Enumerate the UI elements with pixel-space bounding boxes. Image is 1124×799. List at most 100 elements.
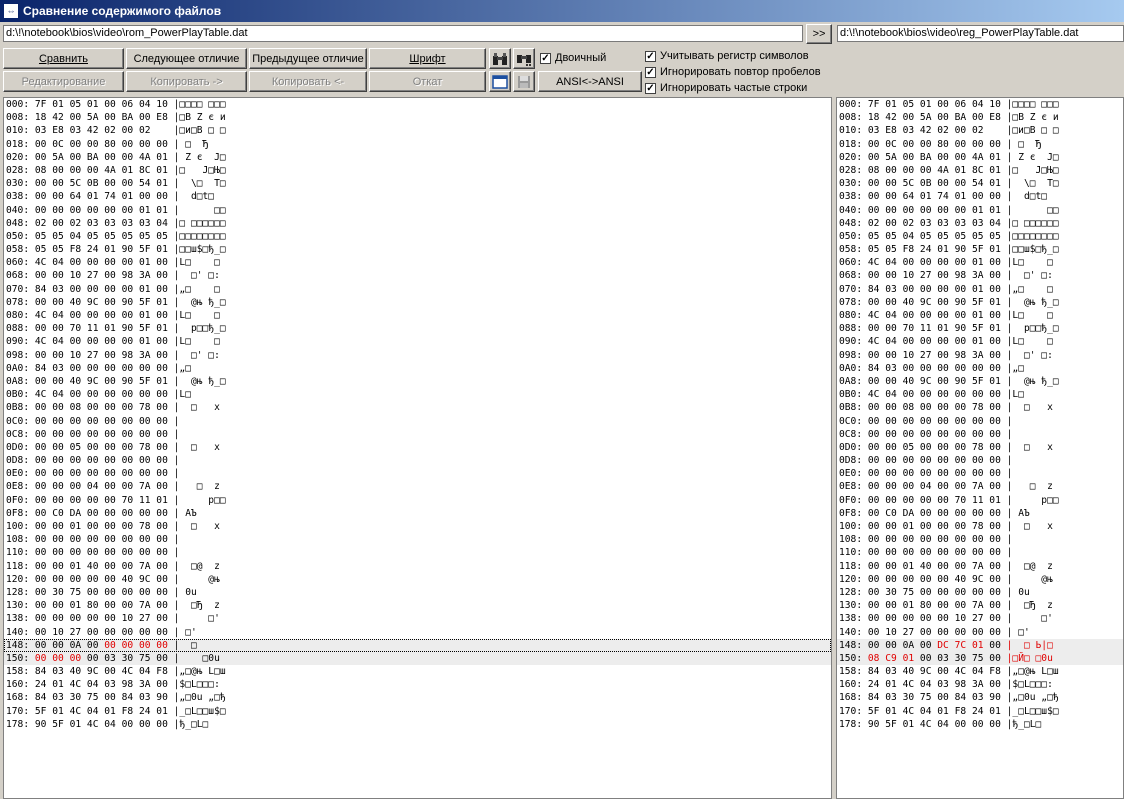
hex-row[interactable]: 118: 00 00 01 40 00 00 7A 00 | □@ z — [4, 560, 831, 573]
hex-row[interactable]: 050: 05 05 04 05 05 05 05 05 |□□□□□□□□ — [837, 230, 1123, 243]
hex-row[interactable]: 0A8: 00 00 40 9C 00 90 5F 01 | @њ ђ_□ — [837, 375, 1123, 388]
hex-row[interactable]: 000: 7F 01 05 01 00 06 04 10 |□□□□ □□□ — [837, 98, 1123, 111]
hex-row[interactable]: 0B8: 00 00 08 00 00 00 78 00 | □ x — [837, 401, 1123, 414]
ansi-button[interactable]: ANSI<->ANSI — [538, 71, 642, 92]
hex-row[interactable]: 178: 90 5F 01 4C 04 00 00 00 |ђ_□L□ — [4, 718, 831, 731]
hex-row[interactable]: 0B8: 00 00 08 00 00 00 78 00 | □ x — [4, 401, 831, 414]
hex-row[interactable]: 0F0: 00 00 00 00 00 70 11 01 | p□□ — [837, 494, 1123, 507]
hex-row[interactable]: 020: 00 5A 00 BA 00 00 4A 01 | Z є J□ — [4, 151, 831, 164]
hex-row[interactable]: 140: 00 10 27 00 00 00 00 00 | □' — [837, 626, 1123, 639]
hex-row[interactable]: 060: 4C 04 00 00 00 00 01 00 |L□ □ — [4, 256, 831, 269]
find-button[interactable] — [489, 48, 511, 69]
hex-row[interactable]: 060: 4C 04 00 00 00 00 01 00 |L□ □ — [837, 256, 1123, 269]
hex-row[interactable]: 010: 03 E8 03 42 02 00 02 |□и□B □ □ — [837, 124, 1123, 137]
hex-row[interactable]: 018: 00 0C 00 00 80 00 00 00 | □ Ђ — [4, 138, 831, 151]
left-hex-panel[interactable]: 000: 7F 01 05 01 00 06 04 10 |□□□□ □□□ 00… — [3, 97, 832, 799]
hex-row[interactable]: 118: 00 00 01 40 00 00 7A 00 | □@ z — [837, 560, 1123, 573]
hex-row[interactable]: 158: 84 03 40 9C 00 4C 04 F8 |„□@њ L□ш — [837, 665, 1123, 678]
hex-row[interactable]: 058: 05 05 F8 24 01 90 5F 01 |□□ш$□ђ_□ — [837, 243, 1123, 256]
hex-row[interactable]: 048: 02 00 02 03 03 03 03 04 |□ □□□□□□ — [837, 217, 1123, 230]
hex-row[interactable]: 168: 84 03 30 75 00 84 03 90 |„□0u „□ђ — [837, 691, 1123, 704]
hex-row[interactable]: 120: 00 00 00 00 00 40 9C 00 | @њ — [837, 573, 1123, 586]
hex-row[interactable]: 070: 84 03 00 00 00 00 01 00 |„□ □ — [837, 283, 1123, 296]
hex-row[interactable]: 160: 24 01 4C 04 03 98 3A 00 |$□L□□□: — [837, 678, 1123, 691]
hex-row[interactable]: 0F0: 00 00 00 00 00 70 11 01 | p□□ — [4, 494, 831, 507]
hex-row[interactable]: 0E0: 00 00 00 00 00 00 00 00 | — [4, 467, 831, 480]
hex-row[interactable]: 148: 00 00 0A 00 00 00 00 00 | □ — [4, 638, 831, 652]
hex-row[interactable]: 138: 00 00 00 00 00 10 27 00 | □' — [4, 612, 831, 625]
hex-row[interactable]: 040: 00 00 00 00 00 00 01 01 | □□ — [4, 204, 831, 217]
hex-row[interactable]: 008: 18 42 00 5A 00 BA 00 E8 |□B Z є и — [837, 111, 1123, 124]
hex-row[interactable]: 140: 00 10 27 00 00 00 00 00 | □' — [4, 626, 831, 639]
hex-row[interactable]: 020: 00 5A 00 BA 00 00 4A 01 | Z є J□ — [837, 151, 1123, 164]
copy-left-button[interactable]: Копировать <- — [249, 71, 367, 92]
hex-row[interactable]: 0C8: 00 00 00 00 00 00 00 00 | — [837, 428, 1123, 441]
compare-button[interactable]: Сравнить — [3, 48, 124, 69]
next-diff-button[interactable]: Следующее отличие — [126, 48, 247, 69]
case-checkbox[interactable]: ✓ Учитывать регистр символов — [645, 50, 809, 62]
hex-row[interactable]: 0E0: 00 00 00 00 00 00 00 00 | — [837, 467, 1123, 480]
prev-diff-button[interactable]: Предыдущее отличие — [249, 48, 367, 69]
hex-row[interactable]: 030: 00 00 5C 0B 00 00 54 01 | \□ T□ — [837, 177, 1123, 190]
hex-row[interactable]: 170: 5F 01 4C 04 01 F8 24 01 |_□L□□ш$□ — [4, 705, 831, 718]
hex-row[interactable]: 088: 00 00 70 11 01 90 5F 01 | p□□ђ_□ — [837, 322, 1123, 335]
hex-row[interactable]: 170: 5F 01 4C 04 01 F8 24 01 |_□L□□ш$□ — [837, 705, 1123, 718]
hex-row[interactable]: 050: 05 05 04 05 05 05 05 05 |□□□□□□□□ — [4, 230, 831, 243]
swap-files-button[interactable]: >> — [806, 24, 832, 44]
copy-right-button[interactable]: Копировать -> — [126, 71, 247, 92]
hex-row[interactable]: 018: 00 0C 00 00 80 00 00 00 | □ Ђ — [837, 138, 1123, 151]
edit-button[interactable]: Редактирование — [3, 71, 124, 92]
save-button[interactable] — [513, 71, 535, 92]
hex-row[interactable]: 058: 05 05 F8 24 01 90 5F 01 |□□ш$□ђ_□ — [4, 243, 831, 256]
hex-row[interactable]: 038: 00 00 64 01 74 01 00 00 | d□t□ — [4, 190, 831, 203]
hex-row[interactable]: 090: 4C 04 00 00 00 00 01 00 |L□ □ — [4, 335, 831, 348]
hex-row[interactable]: 0C0: 00 00 00 00 00 00 00 00 | — [837, 415, 1123, 428]
hex-row[interactable]: 0A8: 00 00 40 9C 00 90 5F 01 | @њ ђ_□ — [4, 375, 831, 388]
hex-row[interactable]: 108: 00 00 00 00 00 00 00 00 | — [837, 533, 1123, 546]
hex-row[interactable]: 120: 00 00 00 00 00 40 9C 00 | @њ — [4, 573, 831, 586]
hex-row[interactable]: 0B0: 4C 04 00 00 00 00 00 00 |L□ — [4, 388, 831, 401]
find-next-button[interactable] — [513, 48, 535, 69]
hex-row[interactable]: 080: 4C 04 00 00 00 00 01 00 |L□ □ — [4, 309, 831, 322]
hex-row[interactable]: 000: 7F 01 05 01 00 06 04 10 |□□□□ □□□ — [4, 98, 831, 111]
hex-row[interactable]: 068: 00 00 10 27 00 98 3A 00 | □' □: — [4, 269, 831, 282]
hex-row[interactable]: 0F8: 00 C0 DA 00 00 00 00 00 | АЪ — [4, 507, 831, 520]
hex-row[interactable]: 078: 00 00 40 9C 00 90 5F 01 | @њ ђ_□ — [837, 296, 1123, 309]
hex-row[interactable]: 0E8: 00 00 00 04 00 00 7A 00 | □ z — [4, 480, 831, 493]
hex-row[interactable]: 028: 08 00 00 00 4A 01 8C 01 |□ J□Њ□ — [4, 164, 831, 177]
hex-row[interactable]: 160: 24 01 4C 04 03 98 3A 00 |$□L□□□: — [4, 678, 831, 691]
hex-row[interactable]: 150: 00 00 00 00 03 30 75 00 | □0u — [4, 651, 831, 666]
hex-row[interactable]: 0E8: 00 00 00 04 00 00 7A 00 | □ z — [837, 480, 1123, 493]
hex-row[interactable]: 028: 08 00 00 00 4A 01 8C 01 |□ J□Њ□ — [837, 164, 1123, 177]
hex-row[interactable]: 068: 00 00 10 27 00 98 3A 00 | □' □: — [837, 269, 1123, 282]
hex-row[interactable]: 0D0: 00 00 05 00 00 00 78 00 | □ x — [837, 441, 1123, 454]
hex-row[interactable]: 048: 02 00 02 03 03 03 03 04 |□ □□□□□□ — [4, 217, 831, 230]
hex-row[interactable]: 010: 03 E8 03 42 02 00 02 |□и□B □ □ — [4, 124, 831, 137]
hex-row[interactable]: 100: 00 00 01 00 00 00 78 00 | □ x — [837, 520, 1123, 533]
hex-row[interactable]: 040: 00 00 00 00 00 00 01 01 | □□ — [837, 204, 1123, 217]
hex-row[interactable]: 0A0: 84 03 00 00 00 00 00 00 |„□ — [837, 362, 1123, 375]
hex-row[interactable]: 130: 00 00 01 80 00 00 7A 00 | □Ђ z — [4, 599, 831, 612]
hex-row[interactable]: 098: 00 00 10 27 00 98 3A 00 | □' □: — [837, 349, 1123, 362]
right-hex-panel[interactable]: 000: 7F 01 05 01 00 06 04 10 |□□□□ □□□ 00… — [836, 97, 1124, 799]
hex-row[interactable]: 030: 00 00 5C 0B 00 00 54 01 | \□ T□ — [4, 177, 831, 190]
hex-row[interactable]: 148: 00 00 0A 00 DC 7C 01 00 | □ Ь|□ — [837, 638, 1123, 652]
hex-row[interactable]: 158: 84 03 40 9C 00 4C 04 F8 |„□@њ L□ш — [4, 665, 831, 678]
hex-row[interactable]: 098: 00 00 10 27 00 98 3A 00 | □' □: — [4, 349, 831, 362]
hex-row[interactable]: 0D8: 00 00 00 00 00 00 00 00 | — [4, 454, 831, 467]
hex-row[interactable]: 008: 18 42 00 5A 00 BA 00 E8 |□B Z є и — [4, 111, 831, 124]
hex-row[interactable]: 110: 00 00 00 00 00 00 00 00 | — [837, 546, 1123, 559]
hex-row[interactable]: 0B0: 4C 04 00 00 00 00 00 00 |L□ — [837, 388, 1123, 401]
hex-row[interactable]: 0A0: 84 03 00 00 00 00 00 00 |„□ — [4, 362, 831, 375]
spaces-checkbox[interactable]: ✓ Игнорировать повтор пробелов — [645, 66, 821, 78]
hex-row[interactable]: 0D8: 00 00 00 00 00 00 00 00 | — [837, 454, 1123, 467]
font-button[interactable]: Шрифт — [369, 48, 486, 69]
hex-row[interactable]: 0D0: 00 00 05 00 00 00 78 00 | □ x — [4, 441, 831, 454]
hex-row[interactable]: 110: 00 00 00 00 00 00 00 00 | — [4, 546, 831, 559]
hex-row[interactable]: 090: 4C 04 00 00 00 00 01 00 |L□ □ — [837, 335, 1123, 348]
hex-row[interactable]: 138: 00 00 00 00 00 10 27 00 | □' — [837, 612, 1123, 625]
hex-row[interactable]: 108: 00 00 00 00 00 00 00 00 | — [4, 533, 831, 546]
hex-row[interactable]: 080: 4C 04 00 00 00 00 01 00 |L□ □ — [837, 309, 1123, 322]
lines-checkbox[interactable]: ✓ Игнорировать частые строки — [645, 82, 807, 94]
right-file-path[interactable]: d:\!\notebook\bios\video\reg_PowerPlayTa… — [837, 25, 1124, 42]
